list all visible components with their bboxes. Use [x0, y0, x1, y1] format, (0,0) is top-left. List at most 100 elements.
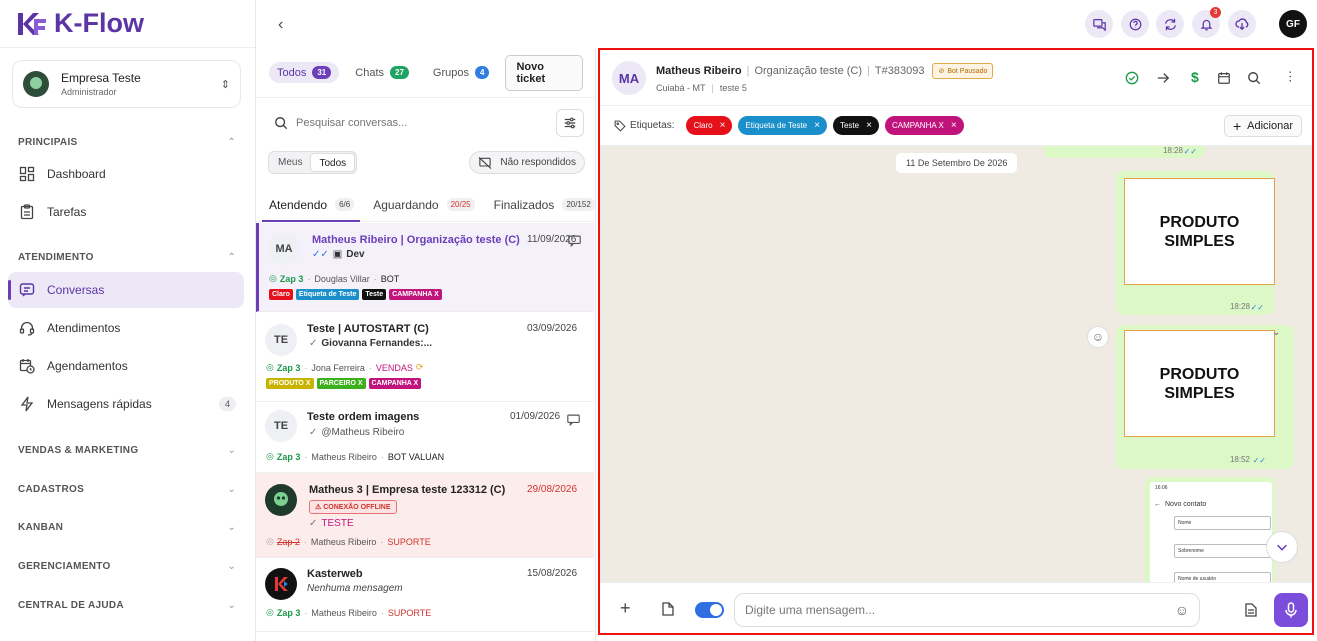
ticket-item[interactable]: TE Teste ordem imagens 01/09/2026 ✓ @Math…	[256, 402, 594, 473]
contact-name: Teste | AUTOSTART (C)	[307, 323, 429, 335]
company-role: Administrador	[61, 87, 117, 97]
count-pill: 27	[390, 66, 409, 79]
emoji-react-icon[interactable]: ☺	[1087, 326, 1109, 348]
search-input[interactable]	[296, 117, 546, 129]
section-atendimento[interactable]: ATENDIMENTO ⌃	[18, 252, 236, 263]
ticket-item[interactable]: Kasterweb 15/08/2026 Nenhuma mensagem ◎ Z…	[256, 558, 594, 632]
product-image[interactable]: PRODUTO SIMPLES	[1124, 178, 1275, 285]
download-button[interactable]	[1228, 10, 1256, 38]
last-message-text: @Matheus Ribeiro	[321, 427, 405, 438]
sidebar-item-agendamentos[interactable]: Agendamentos	[8, 348, 244, 384]
remove-label-icon[interactable]: ×	[814, 120, 820, 131]
section-vendas-marketing[interactable]: VENDAS & MARKETING ⌄	[18, 445, 236, 456]
section-label: KANBAN	[18, 522, 64, 533]
chats-button[interactable]	[1085, 10, 1113, 38]
resolve-check-icon[interactable]	[1125, 71, 1139, 85]
owner-segment: Meus Todos	[268, 151, 358, 174]
comment-icon[interactable]	[567, 414, 580, 426]
segment-meus[interactable]: Meus	[270, 153, 310, 172]
ticket-item[interactable]: Matheus 3 | Empresa teste 123312 (C) 29/…	[256, 473, 594, 558]
message-input[interactable]: Digite uma mensagem... ☺	[734, 593, 1200, 627]
chat-icon	[18, 281, 36, 299]
date-chip: 11 De Setembro De 2026	[896, 153, 1018, 173]
ticket-item[interactable]: MA Matheus Ribeiro | Organização teste (…	[256, 223, 594, 312]
more-vertical-icon[interactable]: ⋯	[1283, 70, 1298, 83]
screenshot-image[interactable]: 16:06 ← Novo contato Nome Sobrenome Nome…	[1150, 482, 1272, 586]
document-icon[interactable]	[662, 602, 674, 616]
filter-tabs: Todos 31 Chats 27 Grupos 4 Novo ticket	[256, 48, 595, 98]
message-menu-chevron-icon[interactable]: ⌄	[1272, 327, 1280, 338]
remove-label-icon[interactable]: ×	[866, 120, 872, 131]
ticket-meta: ◎ Zap 3 · Matheus Ribeiro · BOT VALUAN	[266, 451, 445, 462]
emoji-icon[interactable]: ☺	[1175, 602, 1189, 618]
remove-label-icon[interactable]: ×	[951, 120, 957, 131]
contact-name[interactable]: Matheus Ribeiro	[656, 65, 742, 77]
calendar-icon[interactable]	[1217, 71, 1231, 85]
new-ticket-button[interactable]: Novo ticket	[505, 54, 583, 91]
chevron-down-icon: ⌄	[227, 561, 236, 572]
tag: PRODUTO X	[266, 378, 314, 389]
sidebar-item-tarefas[interactable]: Tarefas	[8, 194, 244, 230]
company-selector[interactable]: Empresa Teste Administrador ⇕	[12, 60, 241, 108]
section-central-de-ajuda[interactable]: CENTRAL DE AJUDA ⌄	[18, 600, 236, 611]
user-avatar[interactable]: GF	[1279, 10, 1307, 38]
record-audio-button[interactable]	[1274, 593, 1308, 627]
agent-name: Matheus Ribeiro	[311, 607, 377, 618]
kflow-logo-icon	[18, 12, 46, 35]
section-principais[interactable]: PRINCIPAIS ⌃	[18, 137, 236, 148]
ticket-item[interactable]: TE Teste | AUTOSTART (C) 03/09/2026 ✓ Gio…	[256, 312, 594, 402]
chevron-down-icon: ⌄	[227, 484, 236, 495]
logo[interactable]: K-Flow	[0, 0, 255, 48]
message-bubble[interactable]: 16:06 ← Novo contato Nome Sobrenome Nome…	[1145, 477, 1275, 586]
comment-icon[interactable]	[568, 235, 581, 247]
tab-aguardando[interactable]: Aguardando 20/25	[360, 188, 480, 221]
labels-bar: Etiquetas: Claro × Etiqueta de Teste × Tes…	[600, 106, 1312, 146]
tag: Claro	[269, 289, 293, 300]
tab-atendendo[interactable]: Atendendo 6/6	[256, 188, 361, 222]
tab-grupos[interactable]: Grupos 4	[425, 62, 498, 83]
connection-name: Zap 3	[276, 451, 301, 462]
message-bubble[interactable]: 18:28 ✓✓	[1043, 146, 1205, 158]
contact-avatar[interactable]: MA	[612, 61, 646, 95]
sidebar-item-mensagens-rapidas[interactable]: Mensagens rápidas 4	[8, 386, 244, 422]
count-pill: 4	[475, 66, 490, 79]
message-bubble[interactable]: PRODUTO SIMPLES ⌄ 18:52 ✓✓	[1116, 325, 1294, 469]
check-icon: ✓	[309, 427, 318, 438]
tab-finalizados[interactable]: Finalizados 20/152	[481, 188, 601, 221]
double-check-icon: ✓✓	[1183, 147, 1197, 156]
filter-button[interactable]	[556, 109, 584, 137]
transfer-arrow-icon[interactable]	[1156, 71, 1170, 85]
search-icon[interactable]	[1247, 71, 1261, 85]
not-answered-toggle[interactable]: Não respondidos	[469, 151, 585, 174]
message-bubble[interactable]: PRODUTO SIMPLES 18:28 ✓✓	[1116, 171, 1275, 315]
product-image-text: PRODUTO	[1159, 365, 1240, 383]
segment-todos[interactable]: Todos	[310, 153, 356, 172]
notifications-button[interactable]: 3	[1192, 7, 1221, 38]
dollar-icon[interactable]: $	[1191, 69, 1199, 85]
signature-toggle[interactable]	[695, 602, 724, 618]
sidebar-item-atendimentos[interactable]: Atendimentos	[8, 310, 244, 346]
sidebar-item-dashboard[interactable]: Dashboard	[8, 156, 244, 192]
quick-message-icon[interactable]	[1245, 603, 1257, 617]
ticket-meta: ◎ Zap 3 · Matheus Ribeiro · SUPORTE	[266, 607, 432, 618]
messages-icon	[1092, 18, 1106, 31]
plus-icon[interactable]: +	[620, 598, 631, 619]
tab-chats[interactable]: Chats 27	[347, 62, 417, 83]
refresh-button[interactable]	[1156, 10, 1184, 38]
help-button[interactable]	[1121, 10, 1149, 38]
screenshot-clock: 16:06	[1155, 485, 1168, 491]
section-gerenciamento[interactable]: GERENCIAMENTO ⌄	[18, 561, 236, 572]
tab-todos[interactable]: Todos 31	[269, 62, 340, 83]
product-image[interactable]: PRODUTO SIMPLES	[1124, 330, 1275, 437]
offline-badge-text: CONEXÃO OFFLINE	[323, 504, 391, 511]
add-label-button[interactable]: + Adicionar	[1223, 115, 1302, 137]
last-message: ✓ @Matheus Ribeiro	[309, 427, 404, 438]
remove-label-icon[interactable]: ×	[720, 120, 726, 131]
section-cadastros[interactable]: CADASTROS ⌄	[18, 484, 236, 495]
collapse-sidebar-chevron-left-icon[interactable]: ‹	[278, 16, 283, 34]
sidebar-item-conversas[interactable]: Conversas	[8, 272, 244, 308]
bot-paused-badge[interactable]: ⊘ Bot Pausado	[932, 63, 994, 79]
contact-subline: Cuiabá - MT | teste 5	[656, 83, 747, 93]
scroll-down-button[interactable]	[1266, 531, 1298, 563]
section-kanban[interactable]: KANBAN ⌄	[18, 522, 236, 533]
